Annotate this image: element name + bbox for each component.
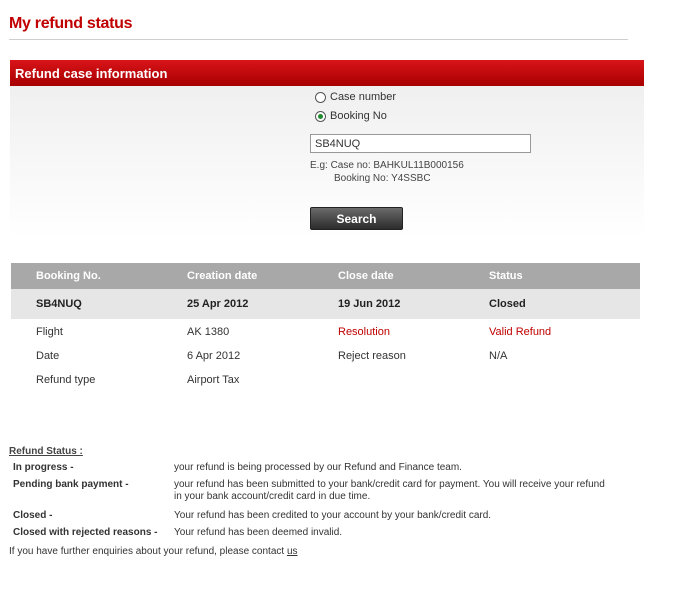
creation-date-value: 25 Apr 2012 — [187, 298, 249, 310]
header-booking-no: Booking No. — [36, 270, 101, 282]
reject-reason-label: Reject reason — [338, 350, 406, 362]
legend-title: Refund Status : — [9, 446, 83, 457]
resolution-value: Valid Refund — [489, 326, 552, 338]
panel-header: Refund case information — [10, 60, 644, 86]
example-booking-no: Booking No: Y4SSBC — [334, 173, 431, 184]
flight-label: Flight — [36, 326, 63, 338]
radio-case-number[interactable]: Case number — [315, 91, 396, 103]
radio-checked-icon[interactable] — [315, 110, 326, 122]
table-row: SB4NUQ 25 Apr 2012 19 Jun 2012 Closed — [11, 289, 640, 319]
refund-type-value: Airport Tax — [187, 374, 240, 386]
header-close-date: Close date — [338, 270, 394, 282]
legend-desc-closed: Your refund has been credited to your ac… — [174, 510, 492, 521]
contact-us-link[interactable]: us — [287, 546, 298, 557]
footer-text: If you have further enquiries about your… — [9, 546, 287, 557]
results-table-header: Booking No. Creation date Close date Sta… — [11, 263, 640, 289]
status-value: Closed — [489, 298, 526, 310]
header-status: Status — [489, 270, 523, 282]
refund-type-label: Refund type — [36, 374, 96, 386]
close-date-value: 19 Jun 2012 — [338, 298, 401, 310]
legend-desc-pending: your refund has been submitted to your b… — [174, 479, 605, 502]
search-button[interactable]: Search — [310, 207, 403, 230]
refund-case-panel: Refund case information Case number Book… — [10, 60, 644, 238]
radio-unchecked-icon[interactable] — [315, 91, 326, 103]
page-title: My refund status — [9, 15, 133, 32]
flight-value: AK 1380 — [187, 326, 230, 338]
footer-enquiries: If you have further enquiries about your… — [9, 546, 298, 557]
header-creation-date: Creation date — [187, 270, 258, 282]
legend-term-pending: Pending bank payment - — [13, 479, 129, 490]
search-input[interactable] — [310, 134, 531, 153]
radio-label: Booking No — [330, 110, 387, 122]
legend-term-in-progress: In progress - — [13, 462, 74, 473]
example-case-no: E.g: Case no: BAHKUL11B000156 — [310, 160, 464, 171]
radio-booking-no[interactable]: Booking No — [315, 110, 387, 122]
search-example: E.g: Case no: BAHKUL11B000156 Booking No… — [310, 159, 464, 185]
booking-no-value: SB4NUQ — [36, 298, 82, 310]
radio-label: Case number — [330, 91, 397, 103]
date-label: Date — [36, 350, 60, 362]
legend-term-closed: Closed - — [13, 510, 53, 521]
legend-term-closed-rejected: Closed with rejected reasons - — [13, 527, 158, 538]
title-divider — [9, 39, 628, 40]
reject-reason-value: N/A — [489, 350, 508, 362]
date-value: 6 Apr 2012 — [187, 350, 241, 362]
legend-desc-in-progress: your refund is being processed by our Re… — [174, 462, 462, 473]
resolution-label: Resolution — [338, 326, 390, 338]
legend-desc-closed-rejected: Your refund has been deemed invalid. — [174, 527, 343, 538]
